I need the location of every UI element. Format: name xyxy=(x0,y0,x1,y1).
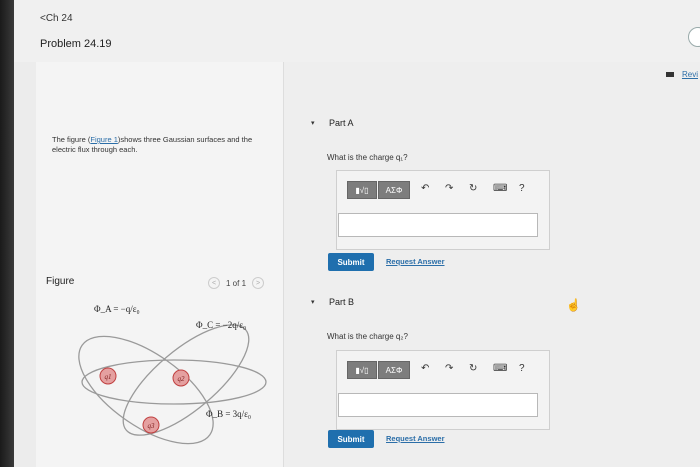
part-b-answer-input[interactable] xyxy=(338,393,538,417)
prev-figure-button[interactable]: < xyxy=(208,277,220,289)
reset-icon[interactable]: ↻ xyxy=(469,363,477,374)
svg-text:q1: q1 xyxy=(105,373,112,381)
part-b-toggle[interactable]: ▾ xyxy=(311,298,315,306)
gaussian-surfaces-figure: q1 q2 q3 Φ_A = −q/ε₀ Φ_C = −2q/ε₀ Φ_B = … xyxy=(78,304,267,445)
figure-pager: < 1 of 1 > xyxy=(208,277,265,289)
screen: <Ch 24 Problem 24.19 The figure (Figure … xyxy=(14,0,700,467)
nav-circle-button[interactable] xyxy=(688,27,700,47)
problem-title: Problem 24.19 xyxy=(40,38,112,50)
part-b-answer-box: ▮√▯ ΑΣΦ ↶ ↷ ↻ ⌨ ? xyxy=(336,350,550,430)
undo-icon[interactable]: ↶ xyxy=(421,363,429,374)
keyboard-icon[interactable]: ⌨ xyxy=(493,363,507,374)
flux-c-label: Φ_C = −2q/ε₀ xyxy=(196,320,246,330)
left-panel: The figure (Figure 1)shows three Gaussia… xyxy=(36,62,284,467)
review-icon xyxy=(666,72,674,77)
review-link[interactable]: Revi xyxy=(682,70,698,79)
undo-icon[interactable]: ↶ xyxy=(421,183,429,194)
part-b-request-answer-link[interactable]: Request Answer xyxy=(386,434,445,443)
svg-text:q2: q2 xyxy=(178,375,186,383)
part-b-math-templates-button[interactable]: ▮√▯ xyxy=(347,361,377,379)
part-b-title[interactable]: Part B xyxy=(329,297,354,307)
keyboard-icon[interactable]: ⌨ xyxy=(493,183,507,194)
help-icon[interactable]: ? xyxy=(519,363,525,374)
part-b-submit-button[interactable]: Submit xyxy=(328,430,374,448)
part-a-answer-input[interactable] xyxy=(338,213,538,237)
part-a-title[interactable]: Part A xyxy=(329,118,354,128)
part-b-greek-button[interactable]: ΑΣΦ xyxy=(378,361,410,379)
charge-q2: q2 xyxy=(172,369,190,387)
svg-text:q3: q3 xyxy=(148,422,156,430)
flux-a-label: Φ_A = −q/ε₀ xyxy=(94,304,140,314)
charge-q1: q1 xyxy=(99,367,117,385)
help-icon[interactable]: ? xyxy=(519,183,525,194)
pager-text: 1 of 1 xyxy=(226,278,247,288)
problem-intro: The figure (Figure 1)shows three Gaussia… xyxy=(52,135,272,155)
device-bezel xyxy=(0,0,14,467)
figure-label: Figure xyxy=(46,276,75,287)
part-a-submit-button[interactable]: Submit xyxy=(328,253,374,271)
part-a-toggle[interactable]: ▾ xyxy=(311,119,315,127)
part-a-math-templates-button[interactable]: ▮√▯ xyxy=(347,181,377,199)
next-figure-button[interactable]: > xyxy=(252,277,265,289)
reset-icon[interactable]: ↻ xyxy=(469,183,477,194)
redo-icon[interactable]: ↷ xyxy=(445,183,453,194)
back-to-chapter-link[interactable]: <Ch 24 xyxy=(40,13,73,24)
figure-link[interactable]: Figure 1 xyxy=(90,135,118,144)
intro-text-start: The figure ( xyxy=(52,135,91,144)
part-a-greek-button[interactable]: ΑΣΦ xyxy=(378,181,410,199)
part-a-question: What is the charge q₁? xyxy=(327,153,408,162)
surface-a-ellipse xyxy=(78,335,214,445)
flux-b-label: Φ_B = 3q/ε₀ xyxy=(206,409,251,419)
charge-q3: q3 xyxy=(142,416,160,434)
hand-cursor-icon: ☝ xyxy=(566,298,581,312)
part-b-question: What is the charge q₂? xyxy=(327,332,408,341)
part-a-request-answer-link[interactable]: Request Answer xyxy=(386,257,445,266)
part-a-answer-box: ▮√▯ ΑΣΦ ↶ ↷ ↻ ⌨ ? xyxy=(336,170,550,250)
redo-icon[interactable]: ↷ xyxy=(445,363,453,374)
top-bar: <Ch 24 Problem 24.19 xyxy=(14,0,700,62)
